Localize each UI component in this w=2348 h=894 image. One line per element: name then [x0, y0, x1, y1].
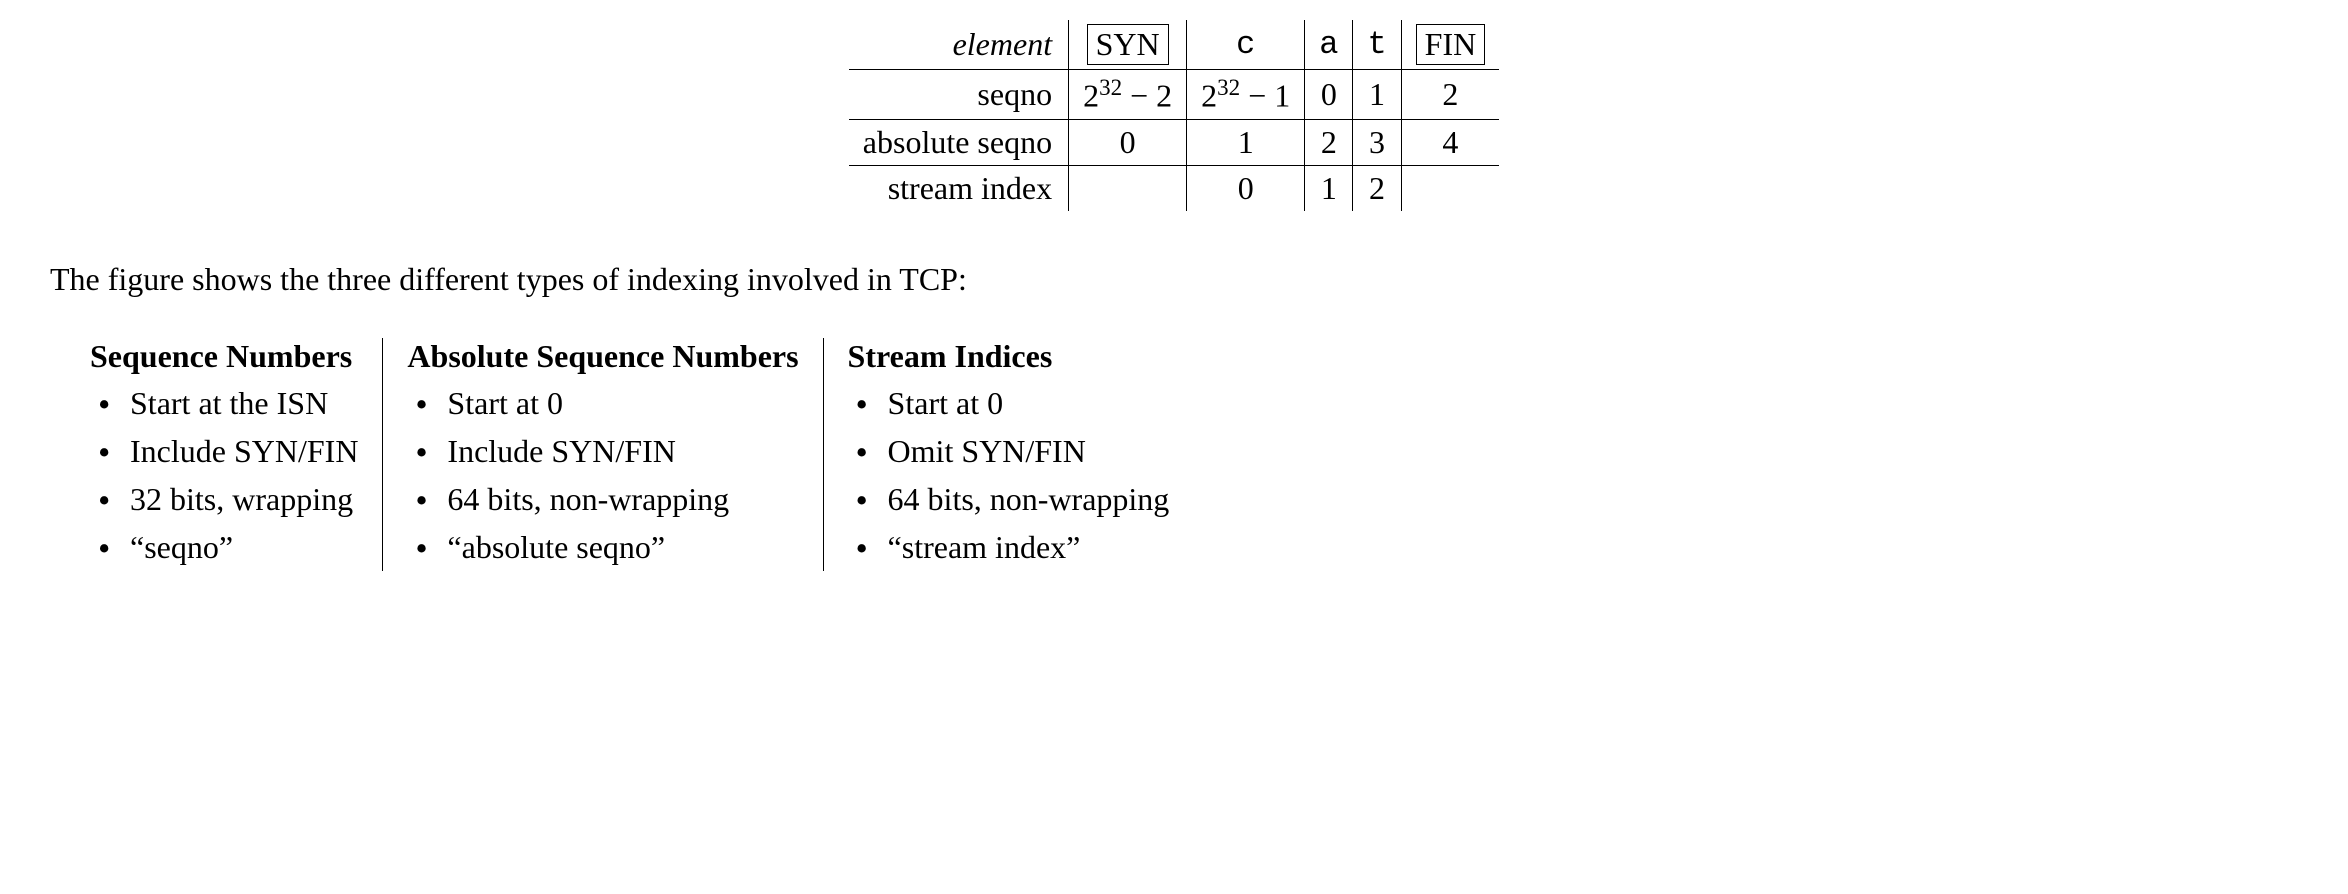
sidx-3: 2 [1353, 165, 1401, 211]
table-row-seqno: seqno 232 − 2 232 − 1 0 1 2 [849, 70, 1499, 120]
col-title-1: Absolute Sequence Numbers [407, 338, 798, 375]
list-item: Start at the ISN [90, 379, 358, 427]
seqno-2: 0 [1305, 70, 1353, 120]
col-absolute-sequence-numbers: Absolute Sequence Numbers Start at 0 Inc… [382, 338, 822, 571]
abs-1: 1 [1187, 119, 1305, 165]
sidx-2: 1 [1305, 165, 1353, 211]
list-item: 32 bits, wrapping [90, 475, 358, 523]
caption-text: The figure shows the three different typ… [50, 261, 2298, 298]
seqno-table-wrapper: element SYN c a t FIN seqno 232 − 2 232 … [50, 20, 2298, 211]
seqno-0: 232 − 2 [1069, 70, 1187, 120]
table-row-stream-index: stream index 0 1 2 [849, 165, 1499, 211]
element-fin: FIN [1416, 24, 1486, 65]
col-stream-indices: Stream Indices Start at 0 Omit SYN/FIN 6… [823, 338, 1194, 571]
list-item: “absolute seqno” [407, 523, 798, 571]
list-item: Include SYN/FIN [90, 427, 358, 475]
table-row-absolute-seqno: absolute seqno 0 1 2 3 4 [849, 119, 1499, 165]
list-item: Start at 0 [848, 379, 1170, 427]
table-row-element: element SYN c a t FIN [849, 20, 1499, 70]
col-title-2: Stream Indices [848, 338, 1170, 375]
row-label-seqno: seqno [849, 70, 1069, 120]
col-sequence-numbers: Sequence Numbers Start at the ISN Includ… [90, 338, 382, 571]
list-item: “stream index” [848, 523, 1170, 571]
seqno-4: 2 [1401, 70, 1499, 120]
col-list-2: Start at 0 Omit SYN/FIN 64 bits, non-wra… [848, 379, 1170, 571]
col-list-1: Start at 0 Include SYN/FIN 64 bits, non-… [407, 379, 798, 571]
list-item: Start at 0 [407, 379, 798, 427]
col-title-0: Sequence Numbers [90, 338, 358, 375]
col-list-0: Start at the ISN Include SYN/FIN 32 bits… [90, 379, 358, 571]
sidx-0 [1069, 165, 1187, 211]
sidx-4 [1401, 165, 1499, 211]
row-label-abs: absolute seqno [849, 119, 1069, 165]
element-c: c [1187, 20, 1305, 70]
list-item: “seqno” [90, 523, 358, 571]
abs-0: 0 [1069, 119, 1187, 165]
element-a: a [1305, 20, 1353, 70]
seqno-table: element SYN c a t FIN seqno 232 − 2 232 … [849, 20, 1499, 211]
row-label-element: element [849, 20, 1069, 70]
list-item: 64 bits, non-wrapping [407, 475, 798, 523]
list-item: 64 bits, non-wrapping [848, 475, 1170, 523]
list-item: Omit SYN/FIN [848, 427, 1170, 475]
list-item: Include SYN/FIN [407, 427, 798, 475]
row-label-sidx: stream index [849, 165, 1069, 211]
element-t: t [1353, 20, 1401, 70]
seqno-1: 232 − 1 [1187, 70, 1305, 120]
columns-wrapper: Sequence Numbers Start at the ISN Includ… [90, 338, 2298, 571]
sidx-1: 0 [1187, 165, 1305, 211]
abs-4: 4 [1401, 119, 1499, 165]
element-syn: SYN [1087, 24, 1169, 65]
abs-2: 2 [1305, 119, 1353, 165]
abs-3: 3 [1353, 119, 1401, 165]
seqno-3: 1 [1353, 70, 1401, 120]
